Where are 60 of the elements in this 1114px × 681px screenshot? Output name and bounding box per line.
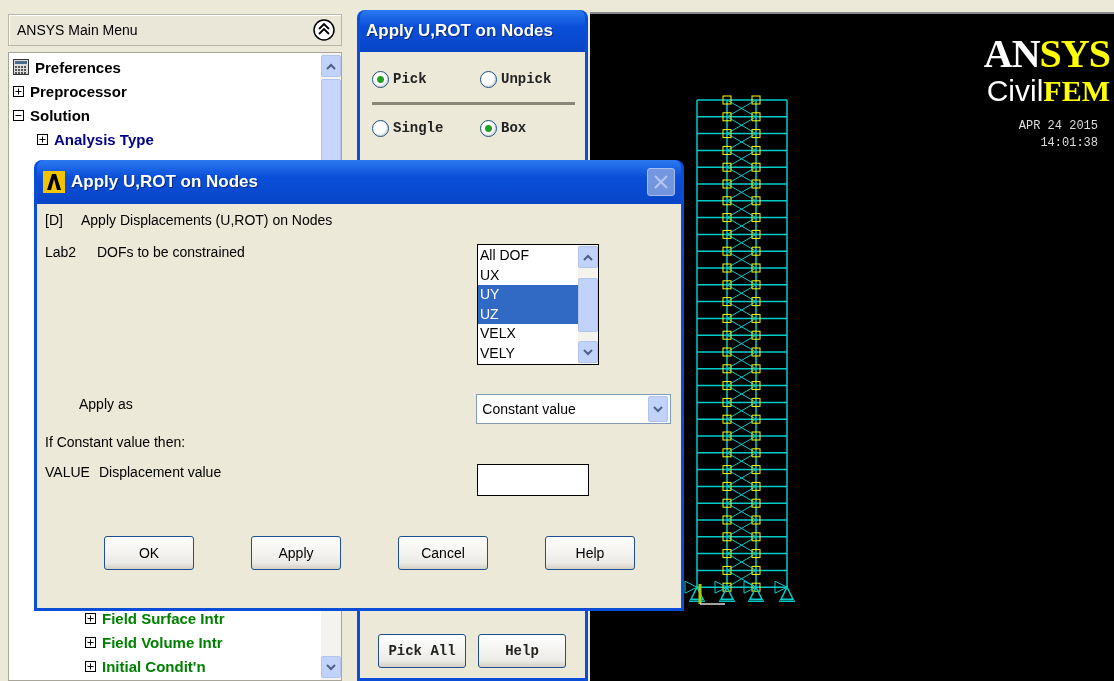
logo: ANSYS xyxy=(983,34,1110,74)
field-code: VALUE xyxy=(45,464,91,480)
dialog-button[interactable]: Apply xyxy=(251,536,341,570)
chevron-up-icon[interactable] xyxy=(583,253,593,261)
section-note: If Constant value then: xyxy=(45,434,186,450)
dof-listbox[interactable]: All DOF UX UY UZ VELX VELY xyxy=(477,244,599,365)
scroll-thumb[interactable] xyxy=(578,277,598,332)
picker-button[interactable]: Pick All xyxy=(378,634,466,668)
calculator-icon xyxy=(13,59,29,75)
chevron-down-icon[interactable] xyxy=(653,405,663,413)
logo-subtitle: CivilFEM xyxy=(986,74,1110,108)
window-title: Apply U,ROT on Nodes xyxy=(71,172,258,192)
collapse-icon[interactable] xyxy=(13,109,24,121)
window-title: Apply U,ROT on Nodes xyxy=(366,21,553,41)
chevron-down-icon[interactable] xyxy=(583,348,593,356)
dialog-heading: Apply Displacements (U,ROT) on Nodes xyxy=(81,212,333,228)
menu-item[interactable]: Field Volume Intr xyxy=(102,633,223,651)
list-item[interactable]: UZ xyxy=(478,304,578,324)
menu-item[interactable]: Preprocessor xyxy=(30,82,127,100)
chevron-up-icon[interactable] xyxy=(326,62,336,70)
value-input[interactable] xyxy=(477,464,589,496)
apply-as-dropdown[interactable]: Constant value xyxy=(476,394,671,424)
dialog-button[interactable]: OK xyxy=(104,536,194,570)
picker-button[interactable]: Help xyxy=(478,634,566,668)
scroll-down-button[interactable] xyxy=(578,341,598,363)
radio-option[interactable]: Box xyxy=(480,119,588,137)
expand-icon[interactable] xyxy=(37,133,48,145)
menu-item[interactable]: Solution xyxy=(30,106,90,124)
menu-item[interactable]: Initial Condit'n xyxy=(102,657,206,675)
radio-icon[interactable] xyxy=(372,70,389,88)
scroll-down-button[interactable] xyxy=(321,656,341,678)
menu-title: ANSYS Main Menu xyxy=(17,22,138,38)
radio-icon[interactable] xyxy=(480,119,497,137)
field-label: Displacement value xyxy=(99,464,222,480)
expand-icon[interactable] xyxy=(13,85,24,97)
dialog-button[interactable]: Cancel xyxy=(398,536,488,570)
scroll-up-button[interactable] xyxy=(578,246,598,268)
time-label: 14:01:38 xyxy=(1040,135,1098,152)
radio-option[interactable]: Single xyxy=(372,119,480,137)
radio-option[interactable]: Unpick xyxy=(480,70,588,88)
menu-item[interactable]: Analysis Type xyxy=(54,130,154,148)
menu-item[interactable]: Preferences xyxy=(35,58,121,76)
collapse-icon[interactable] xyxy=(313,19,335,41)
chevron-down-icon[interactable] xyxy=(326,663,336,671)
field-code: Lab2 xyxy=(45,244,78,260)
radio-icon[interactable] xyxy=(372,119,389,137)
radio-option[interactable]: Pick xyxy=(372,70,480,88)
menu-item[interactable]: Field Surface Intr xyxy=(102,609,225,627)
app-icon xyxy=(43,171,65,193)
date-label: APR 24 2015 xyxy=(1018,118,1098,135)
expand-icon[interactable] xyxy=(85,660,96,672)
dialog-button[interactable]: Help xyxy=(545,536,635,570)
expand-icon[interactable] xyxy=(85,612,96,624)
command-code: [D] xyxy=(45,212,64,228)
field-label: Apply as xyxy=(79,396,133,412)
scroll-up-button[interactable] xyxy=(321,55,341,77)
list-item[interactable]: UY xyxy=(478,285,578,305)
expand-icon[interactable] xyxy=(85,636,96,648)
field-label: DOFs to be constrained xyxy=(97,244,245,260)
radio-icon[interactable] xyxy=(480,70,497,88)
